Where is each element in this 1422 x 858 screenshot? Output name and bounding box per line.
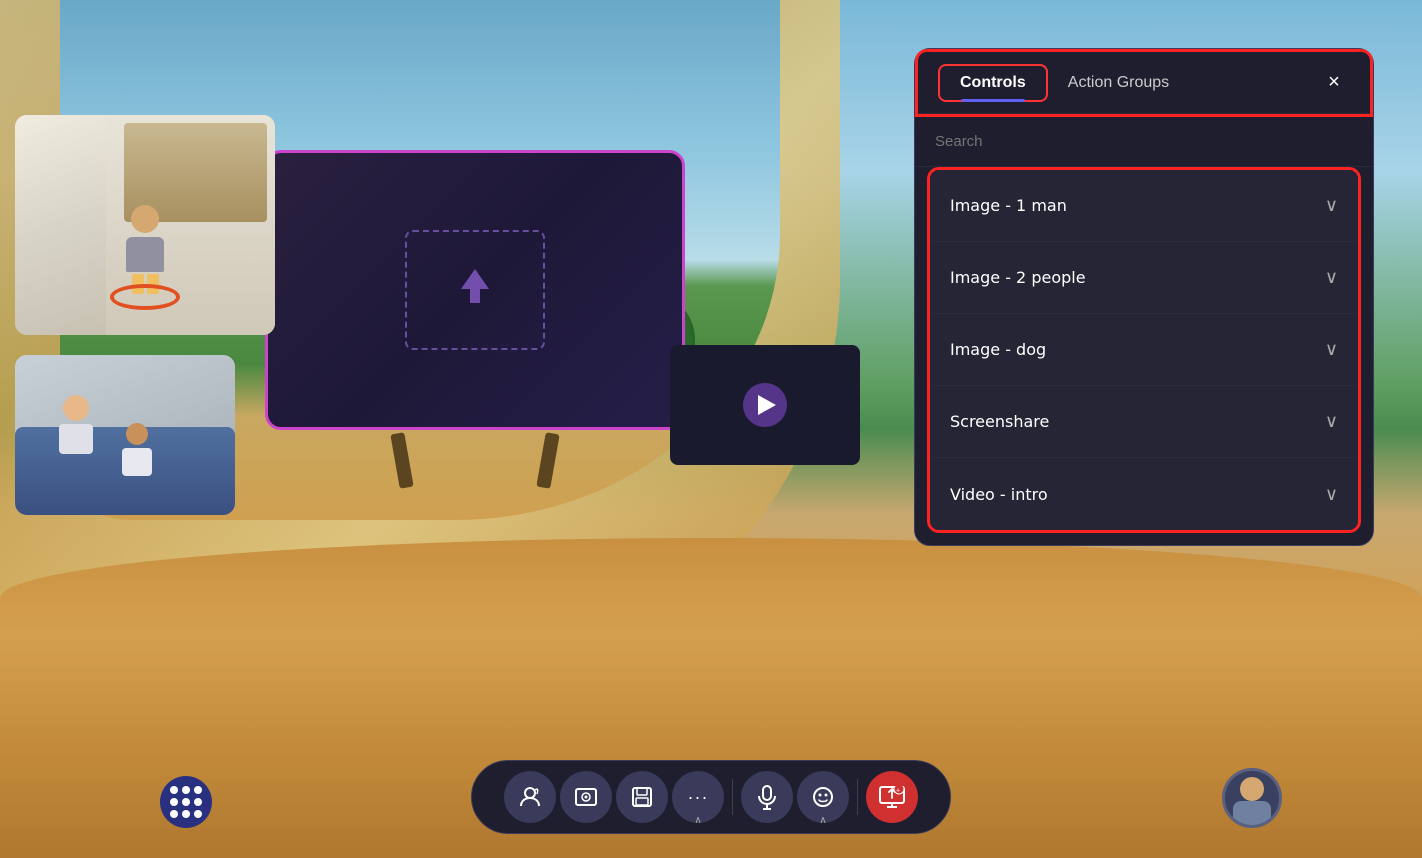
chevron-icon-image-2-people: ∨ [1325,267,1338,288]
list-item-image-1-man[interactable]: Image - 1 man ∨ [930,170,1358,242]
person2-body2 [122,448,152,476]
play-icon [758,395,776,415]
item-label-screenshare: Screenshare [950,412,1049,431]
list-item-screenshare[interactable]: Screenshare ∨ [930,386,1358,458]
tab-action-groups[interactable]: Action Groups [1048,66,1189,100]
item-label-video-intro: Video - intro [950,485,1048,504]
item-label-image-dog: Image - dog [950,340,1046,359]
person2-background [15,355,235,515]
avatar-button[interactable] [1222,768,1282,828]
list-item-image-2-people[interactable]: Image - 2 people ∨ [930,242,1358,314]
media-icon [573,784,599,810]
main-toolbar: ··· ∧ ∧ + [471,760,951,834]
tab-controls[interactable]: Controls [938,64,1048,102]
panel-search-area [915,117,1373,167]
participant-1 [15,115,275,335]
video-thumbnail[interactable] [670,345,860,465]
item-label-image-2-people: Image - 2 people [950,268,1086,287]
panel-header-wrapper: Controls Action Groups × [915,49,1373,117]
play-button[interactable] [743,383,787,427]
mic-button[interactable] [741,771,793,823]
chevron-icon-image-1-man: ∨ [1325,195,1338,216]
search-input[interactable] [935,129,1353,154]
person1-wheel [110,284,180,310]
stand-leg-left [390,432,413,489]
save-button[interactable] [616,771,668,823]
avatar-head [1240,777,1264,801]
panel-header: Controls Action Groups × [918,52,1370,114]
controls-panel: Controls Action Groups × Image - 1 man ∨… [914,48,1374,546]
person2-figure1 [48,395,103,475]
apps-button[interactable] [160,776,212,828]
svg-text:+: + [896,788,900,795]
emoji-icon [811,785,835,809]
person1-figure [105,205,185,325]
media-button[interactable] [560,771,612,823]
person2-body1 [59,424,93,454]
more-button[interactable]: ··· ∧ [672,771,724,823]
list-item-video-intro[interactable]: Video - intro ∨ [930,458,1358,530]
avatar-body [1233,801,1271,825]
mic-icon [756,784,778,810]
dots-grid-icon [170,786,202,818]
presenter-icon [517,784,543,810]
action-list: Image - 1 man ∨ Image - 2 people ∨ Image… [927,167,1361,533]
person2-figure2 [114,423,159,483]
stand-leg-right [536,432,559,489]
person1-head [131,205,159,233]
list-item-image-dog[interactable]: Image - dog ∨ [930,314,1358,386]
person2-head2 [126,423,148,445]
presentation-screen [265,150,685,430]
save-icon [630,785,654,809]
emoji-button[interactable]: ∧ [797,771,849,823]
chevron-icon-video-intro: ∨ [1325,484,1338,505]
chevron-icon-image-dog: ∨ [1325,339,1338,360]
screenshare-button[interactable]: + [866,771,918,823]
screenshare-icon: + [879,786,905,808]
chevron-icon-screenshare: ∨ [1325,411,1338,432]
emoji-chevron: ∧ [819,815,826,826]
more-chevron: ∧ [694,815,701,826]
participant-2 [15,355,235,515]
toolbar-separator-1 [732,779,733,815]
screen-stand [335,428,615,488]
item-label-image-1-man: Image - 1 man [950,196,1067,215]
person2-head1 [63,395,89,421]
close-button[interactable]: × [1318,67,1350,99]
toolbar-separator-2 [857,779,858,815]
person1-background [15,115,275,335]
presenter-button[interactable] [504,771,556,823]
more-dots: ··· [688,788,709,806]
upload-area [405,230,545,350]
person1-body [126,237,164,272]
